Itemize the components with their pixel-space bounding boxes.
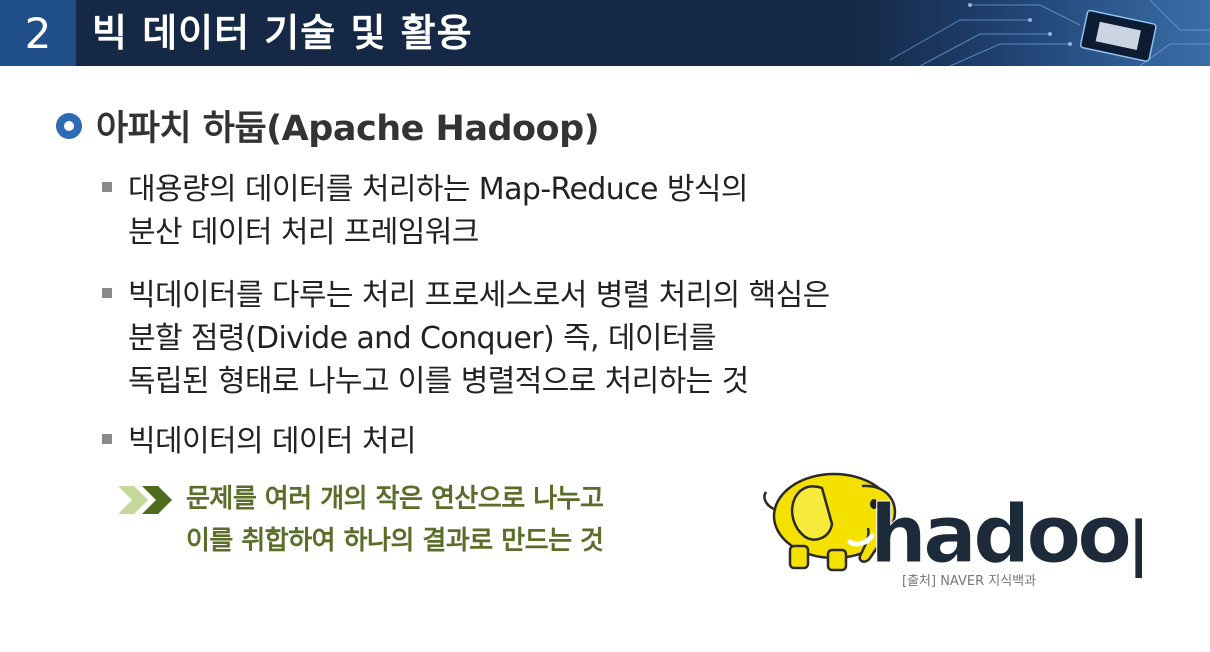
bullet-line: 빅데이터의 데이터 처리: [128, 424, 416, 459]
double-chevron-icon: [118, 486, 172, 514]
heading-title: 아파치 하둡(Apache Hadoop): [96, 109, 600, 149]
bullet-item: 빅데이터를 다루는 처리 프로세스로서 병렬 처리의 핵심은 분할 점령(Div…: [102, 274, 830, 403]
logo-wordmark: hadoop: [870, 488, 1142, 578]
title-bar: 2 빅 데이터 기술 및 활용: [0, 0, 1210, 66]
section-number-badge: 2: [0, 0, 76, 66]
sub-point-line: 문제를 여러 개의 작은 연산으로 나누고: [186, 484, 604, 514]
slide-title: 빅 데이터 기술 및 활용: [92, 11, 473, 55]
square-bullet-icon: [102, 288, 112, 298]
sub-point: 문제를 여러 개의 작은 연산으로 나누고 이를 취합하여 하나의 결과로 만드…: [118, 478, 604, 562]
bullet-line: 독립된 형태로 나누고 이를 병렬적으로 처리하는 것: [128, 364, 749, 399]
circuit-board-decoration: [850, 0, 1210, 66]
bullet-item: 대용량의 데이터를 처리하는 Map-Reduce 방식의 분산 데이터 처리 …: [102, 168, 748, 254]
bullet-item: 빅데이터의 데이터 처리: [102, 420, 416, 463]
image-credit: [출처] NAVER 지식백과: [902, 574, 1037, 589]
bullet-line: 대용량의 데이터를 처리하는 Map-Reduce 방식의: [128, 172, 748, 207]
bullet-line: 분할 점령(Divide and Conquer) 즉, 데이터를: [128, 321, 716, 356]
heading-row: 아파치 하둡(Apache Hadoop): [56, 100, 600, 151]
square-bullet-icon: [102, 182, 112, 192]
bullet-line: 분산 데이터 처리 프레임워크: [128, 215, 479, 250]
bullet-line: 빅데이터를 다루는 처리 프로세스로서 병렬 처리의 핵심은: [128, 278, 830, 313]
sub-point-line: 이를 취합하여 하나의 결과로 만드는 것: [186, 526, 604, 556]
square-bullet-icon: [102, 434, 112, 444]
circle-bullet-icon: [56, 112, 82, 139]
hadoop-logo: hadoop: [763, 472, 1142, 578]
